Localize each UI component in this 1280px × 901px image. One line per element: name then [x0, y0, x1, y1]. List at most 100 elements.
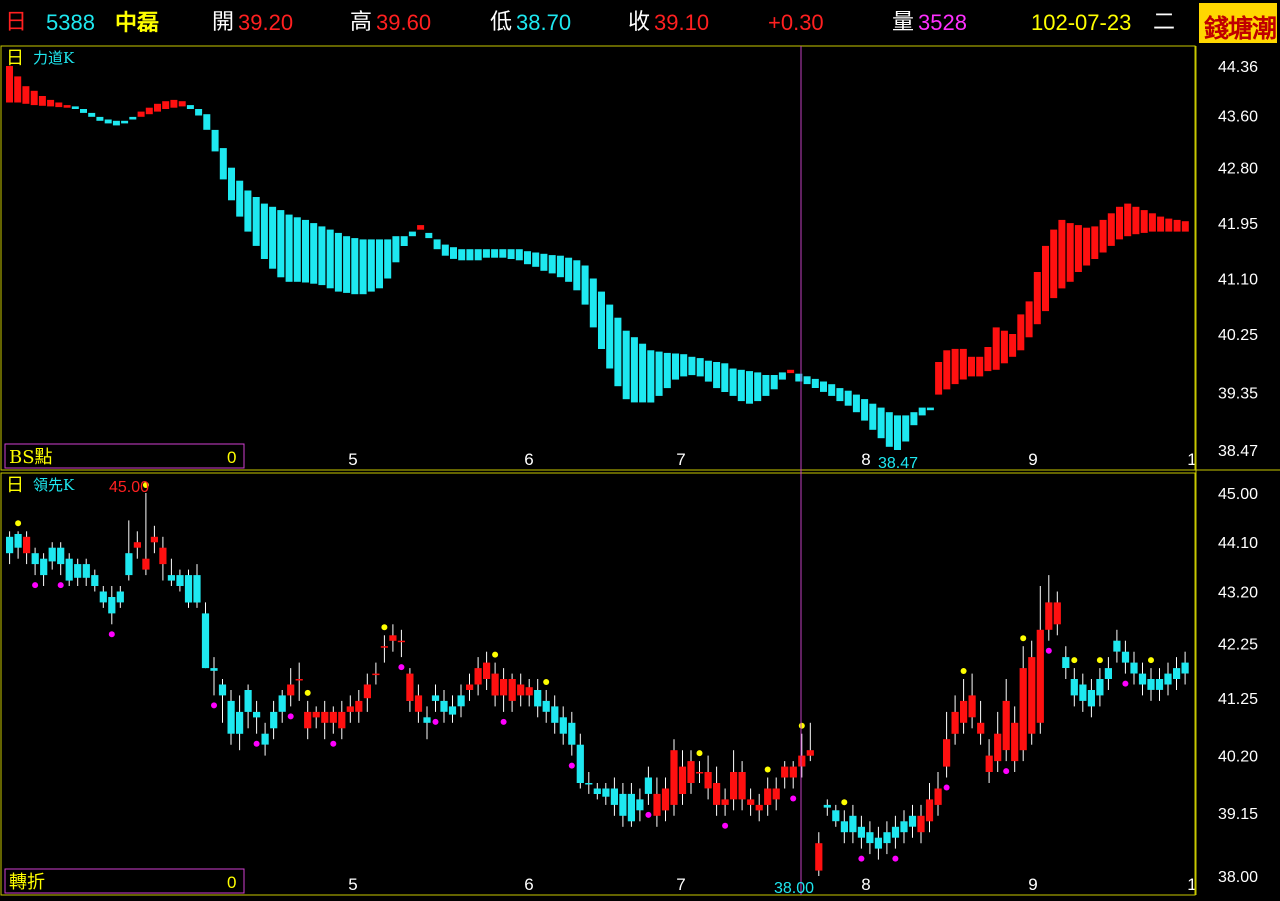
top-y-tick-label: 39.35: [1218, 386, 1258, 403]
force-bar: [302, 219, 309, 283]
candle-body: [789, 766, 797, 778]
candle-body: [227, 700, 235, 734]
candle-body: [661, 788, 670, 811]
candle-body: [23, 536, 31, 554]
candle-body: [253, 711, 261, 718]
candle-body: [142, 558, 150, 570]
force-bar: [400, 236, 408, 246]
candle-body: [1079, 684, 1087, 701]
top-x-tick-label: 9: [1028, 450, 1037, 469]
candle-body: [1173, 668, 1181, 679]
force-bar: [491, 249, 499, 258]
candle-body: [389, 635, 397, 641]
candle-body: [1062, 657, 1070, 668]
buy-signal-marker: [960, 668, 967, 674]
force-bar: [910, 412, 918, 426]
force-bar: [992, 327, 1000, 370]
candle-body: [431, 695, 440, 701]
sell-signal-marker: [32, 582, 39, 589]
force-bar: [680, 354, 688, 377]
bottom-max-annotation: 45.00: [109, 479, 149, 496]
force-bar: [877, 407, 885, 439]
candle-body: [925, 799, 934, 822]
force-bar: [228, 167, 235, 201]
candle-body: [568, 722, 576, 745]
force-bar: [359, 239, 367, 295]
force-bar: [721, 363, 729, 392]
force-bar: [1124, 203, 1132, 237]
candle-body: [116, 591, 124, 603]
buy-signal-marker: [1148, 657, 1154, 664]
force-bar: [606, 304, 614, 369]
sell-signal-marker: [432, 718, 439, 725]
top-y-tick-label: 41.10: [1218, 272, 1258, 289]
force-bar: [1074, 225, 1082, 272]
force-bar: [318, 226, 326, 286]
top-x-tick-label: 5: [348, 450, 357, 469]
buy-signal-marker: [1020, 635, 1027, 642]
candle-body: [82, 564, 90, 578]
force-bar: [96, 116, 104, 121]
candle-body: [857, 826, 865, 838]
candle-body: [968, 695, 976, 718]
force-bar: [129, 116, 137, 120]
candle-body: [380, 646, 388, 648]
buy-signal-marker: [764, 766, 771, 773]
candle-body: [440, 700, 448, 712]
candle-body: [619, 793, 627, 816]
sell-signal-marker: [253, 740, 260, 747]
bottom-min-annotation: 38.00: [774, 880, 814, 897]
force-bar: [581, 265, 589, 305]
force-bar: [1033, 272, 1041, 325]
top-indicator-name[interactable]: 力道K: [33, 49, 75, 67]
force-bar: [828, 384, 836, 396]
candle-body: [1028, 657, 1036, 734]
force-bar: [1099, 219, 1107, 253]
candle-body: [823, 804, 831, 808]
sell-signal-marker: [1045, 647, 1052, 654]
candle-body: [1053, 602, 1061, 625]
candle-body: [602, 788, 610, 797]
force-bar: [154, 103, 161, 112]
force-bar: [433, 239, 441, 250]
bottom-y-tick-label: 44.10: [1218, 535, 1258, 552]
force-bar: [984, 347, 992, 372]
bottom-indicator-name[interactable]: 領先K: [33, 476, 75, 494]
candle-body: [312, 711, 320, 718]
force-bar: [524, 251, 531, 265]
candle-body: [1011, 722, 1019, 762]
candle-body: [31, 553, 39, 565]
candle-body: [40, 558, 48, 576]
candle-body: [1096, 679, 1104, 696]
chart-area[interactable]: 44.36 43.60 42.80 41.95 41.10 40.25 39.35 38.47…: [0, 0, 1280, 901]
candle-body: [696, 772, 704, 774]
candle-body: [551, 706, 559, 723]
force-bar: [178, 101, 186, 107]
candle-body: [1113, 640, 1121, 652]
candle-body: [1070, 679, 1078, 696]
candle-body: [1104, 668, 1112, 679]
buy-signal-marker: [15, 520, 22, 527]
force-bar: [1181, 221, 1189, 232]
candle-body: [593, 788, 601, 794]
candle-body: [372, 673, 380, 676]
candle-body: [721, 799, 729, 805]
force-bar: [285, 214, 293, 282]
candle-body: [1147, 679, 1155, 690]
sell-signal-marker: [568, 762, 575, 769]
candle-body: [167, 575, 175, 581]
force-bar: [1058, 219, 1066, 289]
force-bar: [244, 190, 252, 232]
candle-body: [653, 793, 661, 816]
candle-body: [1121, 651, 1130, 663]
candle-body: [985, 755, 993, 772]
force-bar: [1173, 219, 1181, 232]
force-bar: [1066, 223, 1074, 282]
force-bar: [770, 375, 778, 390]
candle-body: [772, 788, 780, 800]
candle-body: [798, 755, 806, 767]
force-bar: [1165, 218, 1173, 232]
sell-signal-marker: [1003, 768, 1010, 775]
candle-body: [363, 684, 371, 699]
candle-body: [1087, 690, 1095, 707]
